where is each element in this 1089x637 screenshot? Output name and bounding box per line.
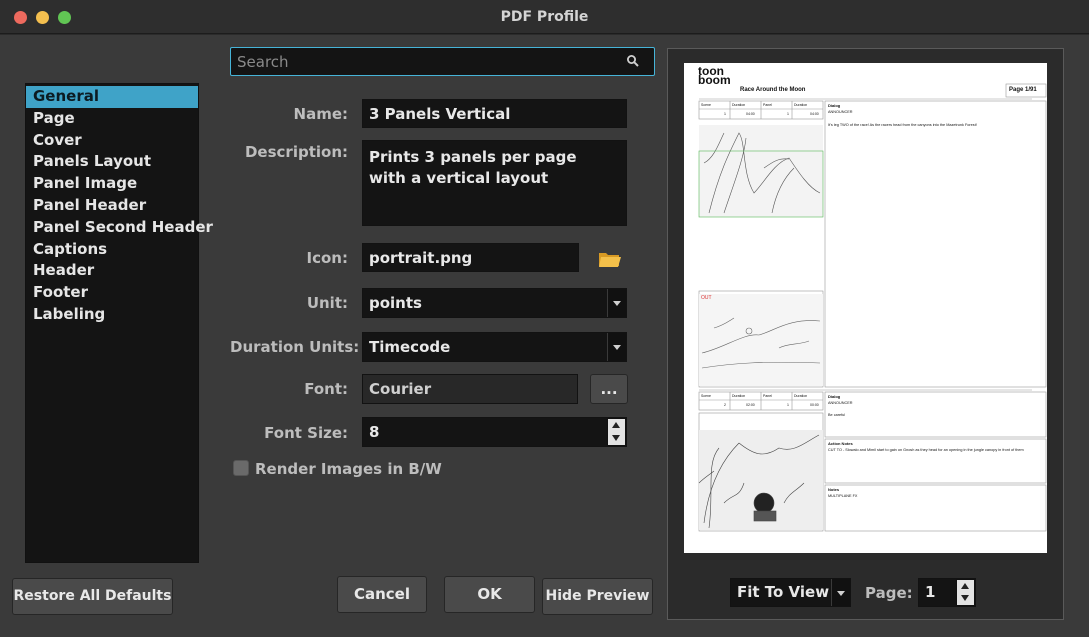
dialog-text: It's leg TWO of the race! As the racers … — [828, 123, 977, 127]
panel3-header-duration: Duration — [732, 394, 746, 398]
render-bw-checkbox[interactable] — [233, 460, 249, 476]
panel3-scene-value: 2 — [724, 403, 726, 407]
category-list: General Page Cover Panels Layout Panel I… — [25, 83, 213, 563]
font-size-stepper[interactable]: 8 — [362, 417, 627, 447]
render-bw-label: Render Images in B/W — [255, 460, 442, 478]
cancel-button[interactable]: Cancel — [337, 576, 427, 613]
description-field[interactable]: Prints 3 panels per page with a vertical… — [362, 140, 627, 226]
sidebar-item-panels-layout[interactable]: Panels Layout — [26, 151, 198, 173]
window-title: PDF Profile — [500, 9, 589, 25]
page-layout-lines — [698, 83, 1047, 532]
zoom-select[interactable]: Fit To View — [730, 578, 851, 607]
unit-select[interactable]: points — [362, 288, 627, 318]
action-notes-text: CUT TO - Slowalo and Mimil start to gain… — [828, 448, 1024, 452]
panel-header-scene: Scene — [701, 103, 711, 107]
dialog-character: ANNOUNCER — [828, 110, 853, 114]
panel-duration2-value: 04:00 — [810, 112, 819, 116]
chevron-down-icon[interactable] — [607, 333, 626, 361]
panel-scene-value: 1 — [724, 112, 726, 116]
panel3-duration2-value: 00:00 — [810, 403, 819, 407]
font-size-value: 8 — [369, 423, 380, 441]
sidebar-item-panel-header[interactable]: Panel Header — [26, 195, 198, 217]
sketch-canyon-image — [698, 125, 824, 218]
panel3-dialog-character: ANNOUNCER — [828, 401, 853, 405]
ok-button[interactable]: OK — [444, 576, 535, 613]
notes-heading: Notes — [828, 487, 840, 492]
panel3-number-value: 1 — [787, 403, 789, 407]
decrement-icon[interactable] — [608, 432, 625, 445]
search-box[interactable] — [230, 47, 655, 76]
panel3-dialog-heading: Dialog — [828, 394, 841, 399]
duration-units-value: Timecode — [369, 338, 451, 356]
sidebar-item-panel-second-header[interactable]: Panel Second Header — [26, 217, 213, 239]
notes-text: MULTIPLANE FX — [828, 494, 858, 498]
sketch-jungle-image — [698, 430, 823, 530]
page-stepper[interactable]: 1 — [918, 578, 976, 607]
duration-units-select[interactable]: Timecode — [362, 332, 627, 362]
icon-label: Icon: — [306, 249, 348, 267]
page-value: 1 — [925, 583, 936, 601]
panel-header-panel: Panel — [763, 103, 772, 107]
font-size-label: Font Size: — [264, 424, 348, 442]
page-spinner[interactable] — [956, 579, 975, 606]
icon-field[interactable]: portrait.png — [362, 243, 579, 272]
action-notes-heading: Action Notes — [828, 441, 853, 446]
zoom-value: Fit To View — [737, 583, 830, 601]
duration-units-label: Duration Units: — [230, 338, 360, 356]
hide-preview-button[interactable]: Hide Preview — [542, 578, 653, 615]
font-field: Courier — [362, 374, 578, 404]
name-label: Name: — [293, 105, 348, 123]
toonboom-logo: toon boom — [698, 64, 731, 87]
sidebar-item-page[interactable]: Page — [26, 108, 198, 130]
panel-caption-out: OUT — [701, 295, 712, 301]
panel3-header-scene: Scene — [701, 394, 711, 398]
chevron-down-icon[interactable] — [831, 579, 850, 606]
preview-page: toon boom Race Around the Moon Page 1/91… — [684, 63, 1047, 553]
panel-header-duration2: Duration — [794, 103, 808, 107]
sidebar-item-panel-image[interactable]: Panel Image — [26, 173, 198, 195]
search-icon — [627, 55, 639, 67]
decrement-icon[interactable] — [957, 592, 974, 605]
title-bar: PDF Profile — [0, 0, 1089, 34]
restore-defaults-button[interactable]: Restore All Defaults — [12, 578, 173, 615]
font-browse-button[interactable]: ... — [590, 374, 628, 404]
panel-number-value: 1 — [787, 112, 789, 116]
panel3-header-panel: Panel — [763, 394, 772, 398]
sidebar-item-labeling[interactable]: Labeling — [26, 304, 198, 326]
document-title: Race Around the Moon — [740, 87, 806, 93]
panel3-header-duration2: Duration — [794, 394, 808, 398]
sidebar-item-captions[interactable]: Captions — [26, 239, 198, 261]
sidebar-item-general[interactable]: General — [26, 86, 198, 108]
unit-value: points — [369, 294, 422, 312]
page-label: Page: — [865, 584, 913, 602]
panel-header-duration: Duration — [732, 103, 746, 107]
panel-duration-value: 04:00 — [746, 112, 755, 116]
sidebar-item-header[interactable]: Header — [26, 260, 198, 282]
increment-icon[interactable] — [608, 419, 625, 432]
unit-label: Unit: — [306, 294, 348, 312]
dialog-heading: Dialog — [828, 103, 841, 108]
panel3-dialog-text: Be careful — [828, 413, 846, 417]
panel3-duration-value: 02:00 — [746, 403, 755, 407]
folder-icon[interactable] — [598, 250, 622, 268]
search-input[interactable] — [231, 48, 611, 75]
sketch-racers-image — [699, 294, 823, 386]
sidebar-item-cover[interactable]: Cover — [26, 130, 198, 152]
name-field[interactable]: 3 Panels Vertical — [362, 99, 627, 128]
font-size-spinner[interactable] — [607, 418, 626, 446]
description-label: Description: — [244, 143, 348, 161]
font-label: Font: — [304, 380, 348, 398]
page-indicator: Page 1/91 — [1009, 87, 1037, 93]
chevron-down-icon[interactable] — [607, 289, 626, 317]
sidebar-item-footer[interactable]: Footer — [26, 282, 198, 304]
